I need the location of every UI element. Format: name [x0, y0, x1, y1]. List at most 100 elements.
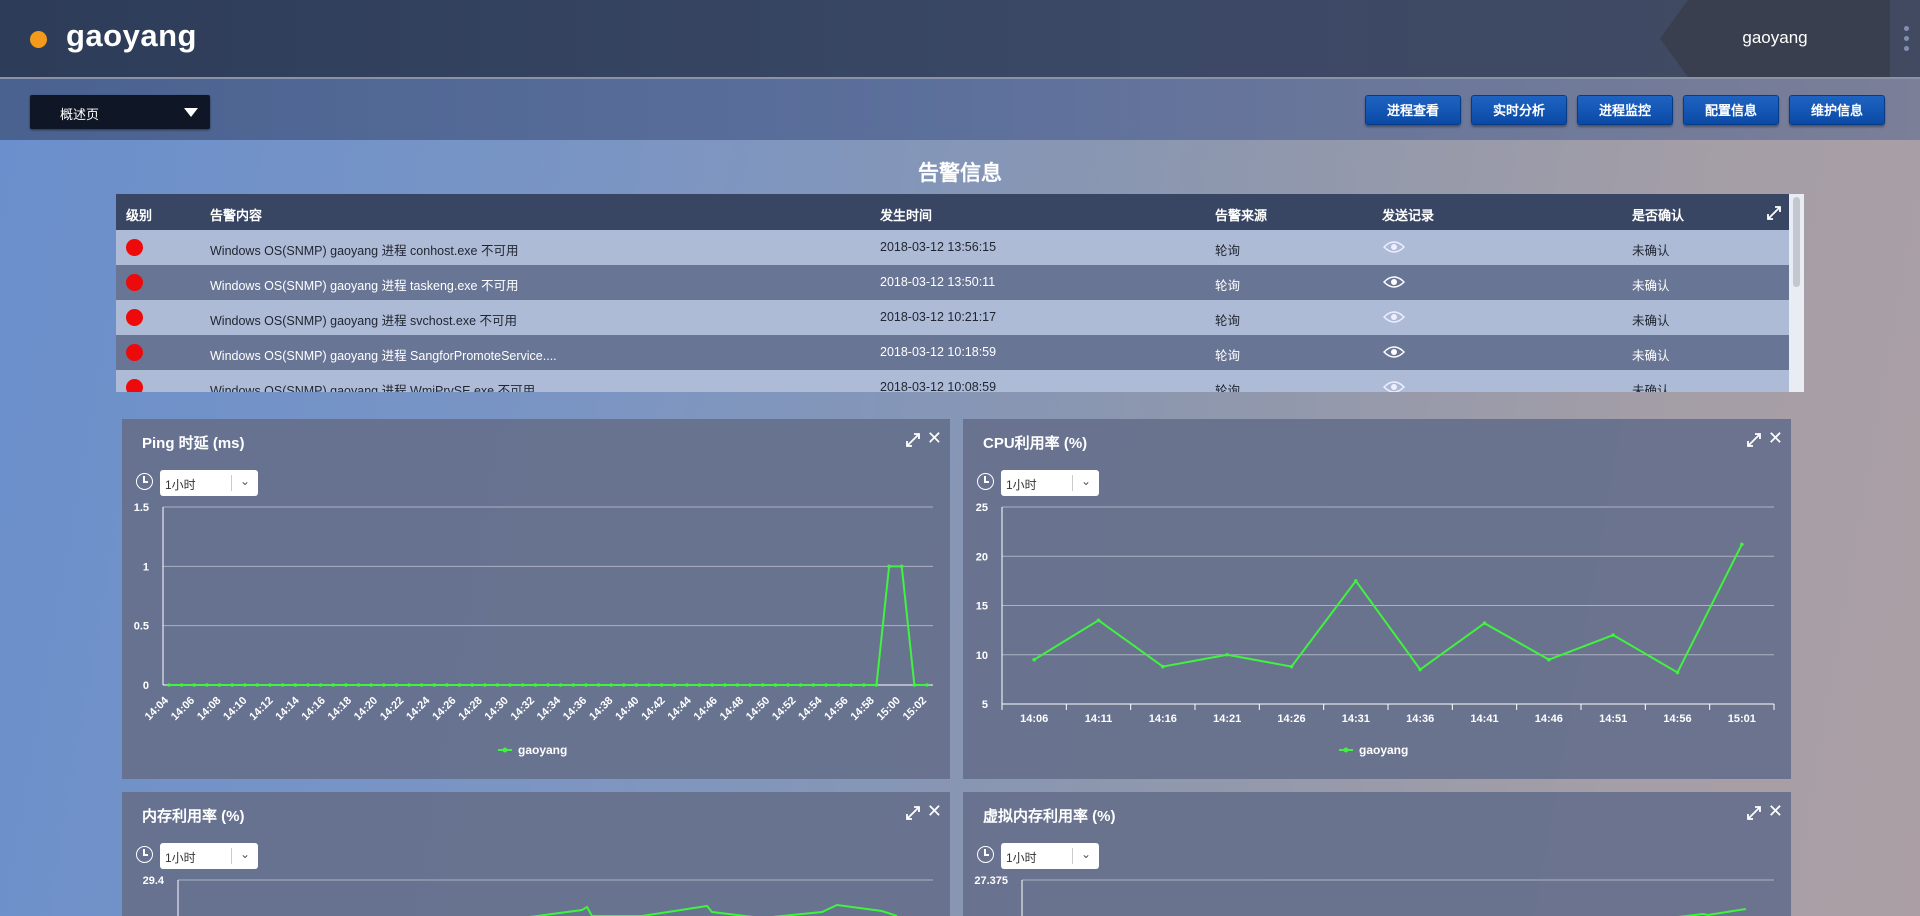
x-tick-label: 14:36: [561, 695, 589, 723]
x-tick-label: 14:44: [665, 694, 694, 723]
alarm-confirmed: 未确认: [1632, 279, 1670, 293]
eye-icon[interactable]: [1383, 310, 1405, 324]
x-tick-label: 14:50: [744, 695, 772, 723]
data-point: [659, 683, 664, 687]
data-point: [445, 683, 449, 687]
data-point: [243, 683, 247, 687]
col-source[interactable]: 告警来源: [1215, 205, 1267, 224]
x-tick-label: 14:28: [456, 695, 484, 723]
y-tick-label: 29.4: [143, 875, 165, 887]
data-point: [217, 683, 222, 687]
data-point: [167, 683, 171, 687]
table-row[interactable]: Windows OS(SNMP) gaoyang 进程 WmiPrvSE.exe…: [116, 370, 1789, 392]
y-tick-label: 10: [976, 650, 988, 662]
data-point: [571, 683, 576, 687]
data-point: [786, 683, 790, 687]
page-select[interactable]: 概述页: [30, 95, 210, 129]
data-point: [1675, 670, 1680, 675]
data-point: [634, 683, 639, 687]
table-row[interactable]: Windows OS(SNMP) gaoyang 进程 taskeng.exe …: [116, 265, 1789, 300]
eye-icon[interactable]: [1383, 240, 1405, 254]
data-point: [672, 683, 677, 687]
more-menu-icon[interactable]: [1904, 26, 1910, 56]
x-tick-label: 14:22: [378, 695, 406, 723]
data-point: [735, 683, 740, 687]
data-point: [407, 683, 411, 687]
x-tick-label: 14:04: [143, 694, 172, 723]
x-tick-label: 14:10: [221, 695, 249, 723]
col-confirmed[interactable]: 是否确认: [1632, 205, 1684, 224]
data-point: [748, 683, 752, 687]
data-point: [912, 683, 917, 687]
x-tick-label: 14:12: [247, 695, 275, 723]
data-point: [1289, 664, 1294, 669]
data-point: [470, 683, 475, 687]
legend-label: gaoyang: [1359, 743, 1408, 757]
data-point: [1740, 542, 1744, 547]
cpu-usage-chart: 5 10 15 20 25 14:06 14:11 14:16 14:21 14:26 14:31 1…: [976, 502, 1775, 757]
config-info-button[interactable]: 配置信息: [1683, 95, 1779, 125]
page-select-value: 概述页: [60, 107, 100, 122]
col-content[interactable]: 告警内容: [210, 205, 262, 224]
col-time[interactable]: 发生时间: [880, 205, 932, 224]
table-row[interactable]: Windows OS(SNMP) gaoyang 进程 SangforPromo…: [116, 335, 1789, 370]
eye-icon[interactable]: [1383, 380, 1405, 392]
x-tick-label: 14:11: [1085, 713, 1113, 725]
legend-marker: [502, 747, 508, 753]
col-send-log[interactable]: 发送记录: [1382, 205, 1434, 224]
data-point: [1547, 657, 1551, 662]
x-tick-label: 14:42: [639, 695, 667, 723]
y-tick-label: 0.5: [134, 621, 149, 633]
data-point: [1611, 633, 1615, 637]
eye-icon[interactable]: [1383, 345, 1405, 359]
alarm-source: 轮询: [1215, 244, 1241, 258]
x-tick-label: 14:31: [1342, 713, 1370, 725]
col-level[interactable]: 级别: [126, 205, 152, 224]
data-point: [836, 683, 841, 687]
data-point: [255, 683, 260, 687]
severity-critical-icon: [126, 344, 143, 361]
series-line: [1033, 543, 1743, 674]
alarm-content: Windows OS(SNMP) gaoyang 进程 taskeng.exe …: [210, 279, 519, 293]
y-tick-label: 25: [976, 502, 988, 514]
data-point: [798, 683, 803, 687]
y-tick-label: 0: [143, 680, 149, 692]
data-point: [1418, 667, 1422, 672]
data-point: [344, 683, 348, 687]
x-tick-label: 14:20: [352, 695, 380, 723]
process-view-button[interactable]: 进程查看: [1365, 95, 1461, 125]
process-monitor-button[interactable]: 进程监控: [1577, 95, 1673, 125]
data-point: [760, 683, 765, 687]
legend-label: gaoyang: [518, 743, 567, 757]
severity-critical-icon: [126, 309, 143, 326]
memory-usage-panel: 内存利用率 (%) ✕ 1小时 ⌄ 29.4: [122, 792, 950, 916]
table-scrollbar[interactable]: [1789, 194, 1804, 392]
data-point: [1354, 579, 1358, 583]
x-tick-label: 15:00: [875, 695, 903, 723]
realtime-analysis-button[interactable]: 实时分析: [1471, 95, 1567, 125]
table-row[interactable]: Windows OS(SNMP) gaoyang 进程 svchost.exe …: [116, 300, 1789, 335]
eye-icon[interactable]: [1383, 275, 1405, 289]
alarm-source: 轮询: [1215, 349, 1241, 363]
maintenance-info-button[interactable]: 维护信息: [1789, 95, 1885, 125]
user-menu[interactable]: gaoyang: [1660, 0, 1890, 77]
alarm-source: 轮询: [1215, 279, 1241, 293]
alarm-title: 告警信息: [918, 162, 1002, 185]
data-point: [710, 683, 715, 687]
x-tick-label: 14:48: [718, 695, 746, 723]
x-tick-label: 14:06: [169, 695, 197, 723]
alarm-confirmed: 未确认: [1632, 384, 1670, 392]
severity-critical-icon: [126, 274, 143, 291]
x-tick-label: 14:18: [326, 695, 354, 723]
x-tick-label: 14:24: [404, 694, 433, 723]
data-point: [394, 683, 399, 687]
cpu-usage-panel: CPU利用率 (%) ✕ 1小时 ⌄ 5 10 15 20 25 14:06 14:11 14…: [963, 419, 1791, 779]
x-tick-label: 14:38: [587, 695, 615, 723]
data-point: [622, 683, 626, 687]
data-point: [483, 683, 487, 687]
virtual-memory-panel: 虚拟内存利用率 (%) ✕ 1小时 ⌄ 27.375: [963, 792, 1791, 916]
table-row[interactable]: Windows OS(SNMP) gaoyang 进程 conhost.exe …: [116, 230, 1789, 265]
expand-icon[interactable]: [1767, 206, 1781, 220]
x-tick-label: 14:16: [1149, 713, 1177, 725]
data-point: [596, 683, 601, 687]
